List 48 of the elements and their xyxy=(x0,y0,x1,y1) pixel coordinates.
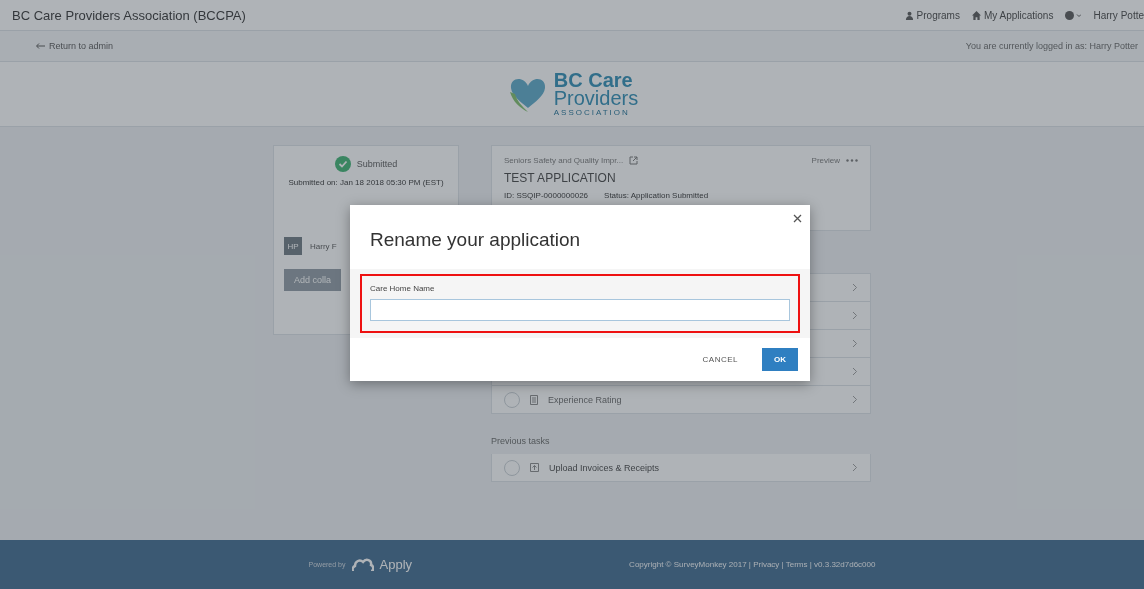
field-label: Care Home Name xyxy=(370,284,436,293)
chevron-right-icon xyxy=(852,311,858,320)
more-icon[interactable] xyxy=(846,159,858,162)
arrow-left-icon xyxy=(36,43,45,49)
task-label: Upload Invoices & Receipts xyxy=(549,462,660,473)
copyright-text: Copyright © SurveyMonkey 2017 | Privacy | Terms | v0.3.32d7d6c000 xyxy=(629,560,876,569)
upload-icon xyxy=(530,463,539,472)
back-link[interactable]: Return to admin xyxy=(36,41,114,51)
cancel-button[interactable]: CANCEL xyxy=(698,349,742,370)
ok-button[interactable]: OK xyxy=(762,348,798,371)
chevron-right-icon xyxy=(852,339,858,348)
user-avatar: HP xyxy=(284,237,302,255)
program-name: Seniors Safety and Quality Impr... xyxy=(504,156,624,165)
logo-text: Providers xyxy=(553,89,639,108)
close-icon xyxy=(793,214,802,223)
dialog-title: Rename your application xyxy=(370,229,582,251)
document-icon xyxy=(530,394,538,405)
home-icon xyxy=(971,10,981,20)
status-text: Submitted xyxy=(356,159,398,169)
preview-link[interactable]: Preview xyxy=(811,156,840,165)
task-row[interactable]: Experience Rating xyxy=(491,386,871,414)
user-menu[interactable]: Harry Potte xyxy=(1093,9,1144,21)
nav-link[interactable]: Programs xyxy=(904,9,960,21)
user-name: Harry F xyxy=(310,241,337,251)
external-link-icon[interactable] xyxy=(629,156,639,165)
help-menu[interactable] xyxy=(1065,10,1082,20)
brand-name: Apply xyxy=(379,557,413,572)
logo-text: BC Care xyxy=(553,71,633,90)
login-status: You are currently logged in as: Harry Potter xyxy=(965,41,1138,51)
chevron-right-icon xyxy=(852,283,858,292)
care-home-name-field[interactable] xyxy=(370,299,790,321)
person-icon xyxy=(904,10,914,20)
task-row[interactable]: Upload Invoices & Receipts xyxy=(491,454,871,482)
section-heading: Previous tasks xyxy=(491,436,551,446)
cloud-logo-icon xyxy=(351,558,374,571)
application-status: Status: Application Submitted xyxy=(604,191,709,200)
chevron-right-icon xyxy=(852,463,858,472)
task-label: Experience Rating xyxy=(548,394,622,405)
application-id: ID: SSQIP-0000000026 xyxy=(504,191,589,200)
help-icon xyxy=(1065,10,1082,20)
application-title: TEST APPLICATION xyxy=(504,171,617,185)
chevron-right-icon xyxy=(852,367,858,376)
site-title: BC Care Providers Association (BCCPA) xyxy=(12,7,246,23)
chevron-right-icon xyxy=(852,395,858,404)
submitted-date: Submitted on: Jan 18 2018 05:30 PM (EST) xyxy=(288,178,444,187)
nav-link[interactable]: My Applications xyxy=(971,9,1054,21)
check-circle-icon xyxy=(334,156,351,172)
logo-subtitle: ASSOCIATION xyxy=(553,109,631,117)
